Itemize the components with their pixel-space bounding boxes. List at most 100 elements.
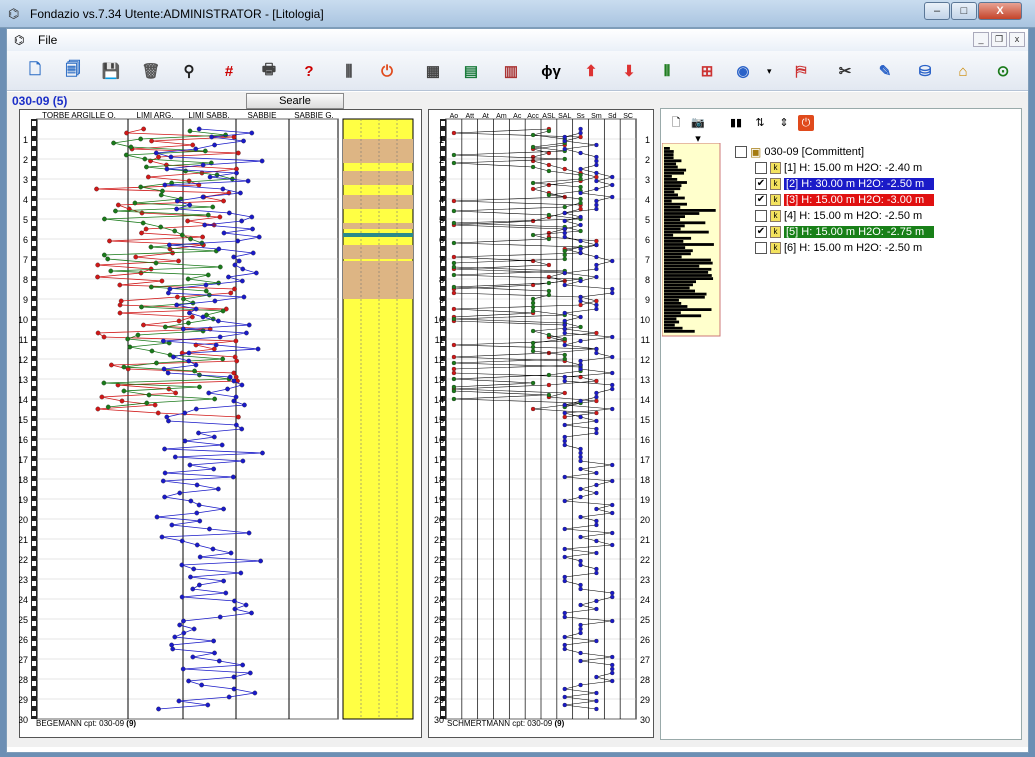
depth-tick-label: 14 — [434, 395, 444, 405]
camera-icon[interactable]: 📷▾ — [690, 115, 706, 145]
series-point — [170, 646, 176, 652]
mdi-close-button[interactable]: x — [1009, 32, 1025, 47]
series-point — [221, 578, 226, 584]
depth-tick-label: 20 — [19, 515, 28, 525]
depth-ruler-tick — [32, 591, 36, 596]
depth-tick-label: 21 — [19, 535, 28, 545]
print-icon[interactable]: 🖶 — [254, 56, 284, 86]
google-earth-icon[interactable]: ◉ — [728, 56, 758, 86]
series-point — [176, 698, 182, 704]
depth-tick-label: 28 — [640, 675, 650, 685]
google-earth-dropdown-icon[interactable]: ▾ — [767, 66, 772, 77]
series-point — [594, 330, 599, 336]
tree-root-checkbox[interactable] — [735, 145, 747, 158]
map-icon[interactable]: ⛿ — [786, 56, 816, 86]
building-icon[interactable]: ⌂ — [948, 56, 978, 86]
probe-checkbox[interactable]: ✔ — [755, 177, 767, 190]
calculator-icon[interactable]: ▦ — [418, 56, 448, 86]
piles-icon[interactable]: ⫴ — [652, 56, 682, 86]
series-point — [179, 562, 185, 568]
probe-tools-icon[interactable]: ⫼ — [334, 56, 364, 86]
close-button[interactable]: X — [978, 2, 1022, 20]
probe-icon: k — [770, 161, 781, 174]
plan-grid-icon[interactable]: ⊞ — [692, 56, 722, 86]
mini-profile-bar — [664, 267, 712, 271]
layers-dialog-icon[interactable]: ▤ — [456, 56, 486, 86]
probe-checkbox[interactable] — [755, 209, 767, 222]
depth-ruler-tick — [32, 321, 36, 326]
series-point — [234, 166, 239, 172]
menu-bar — [7, 29, 1028, 51]
new-probe-icon[interactable]: 🗋 — [668, 115, 684, 131]
tree-item[interactable]: ✔ k [5] H: 15.00 m H2O: -2.75 m — [755, 224, 934, 239]
power-icon[interactable]: ⏻ — [798, 115, 814, 131]
foundation-settlement-icon[interactable]: ⬇ — [614, 56, 644, 86]
depth-tick-label: 12 — [640, 355, 650, 365]
mini-profile-bar — [664, 202, 687, 206]
series-point — [562, 526, 567, 532]
mdi-restore-button[interactable]: ❐ — [991, 32, 1007, 47]
column-header: Acc — [527, 113, 539, 120]
series-point — [144, 400, 150, 406]
series-point — [562, 474, 567, 480]
tree-item[interactable]: k [6] H: 15.00 m H2O: -2.50 m — [755, 240, 922, 255]
series-point — [578, 250, 583, 256]
save-icon[interactable]: 💾 — [96, 56, 126, 86]
probe-checkbox[interactable] — [755, 241, 767, 254]
tree-item[interactable]: k [4] H: 15.00 m H2O: -2.50 m — [755, 208, 922, 223]
settings-tools-icon[interactable]: ✂ — [830, 56, 860, 86]
sheet-edit-icon[interactable]: ✎ — [870, 56, 900, 86]
new-doc-icon[interactable]: 🗋 — [20, 56, 50, 86]
network-icon[interactable]: ⊙ — [988, 56, 1018, 86]
series-point — [578, 682, 583, 688]
foundation-load-icon[interactable]: ⬆ — [576, 56, 606, 86]
series-point — [610, 334, 615, 340]
series-point — [594, 378, 599, 384]
series-point — [451, 152, 457, 158]
sort-icon[interactable]: ⇅ — [752, 115, 768, 131]
depth-tick-label: 28 — [434, 675, 444, 685]
minimize-button[interactable]: – — [924, 2, 950, 20]
menu-file[interactable]: File — [38, 33, 57, 47]
grid-numbers-icon[interactable]: # — [214, 56, 244, 86]
tree-root[interactable]: ▣ 030-09 [Committent] — [735, 144, 864, 159]
series-point — [594, 506, 599, 512]
binoculars-icon[interactable]: ⚲ — [174, 56, 204, 86]
series-point — [451, 290, 457, 296]
depth-ruler — [31, 119, 37, 719]
searle-button[interactable]: Searle — [246, 93, 344, 109]
probe-checkbox[interactable]: ✔ — [755, 193, 767, 206]
maximize-button[interactable]: □ — [951, 2, 977, 20]
depth-tick-label: 18 — [640, 475, 650, 485]
begemann-footer-count: (9) — [126, 719, 137, 728]
document-menu-icon[interactable]: ⌬ — [14, 33, 24, 47]
tree-item[interactable]: ✔ k [2] H: 30.00 m H2O: -2.50 m — [755, 176, 934, 191]
column-header: Am — [496, 113, 507, 120]
series-point — [546, 372, 552, 378]
mdi-minimize-button[interactable]: _ — [973, 32, 989, 47]
database-icon[interactable]: ⛁ — [910, 56, 940, 86]
column-header: SABBIE G. — [294, 111, 334, 120]
copy-doc-icon[interactable]: 🗐 — [58, 56, 88, 86]
trash-icon[interactable]: 🗑 — [136, 56, 166, 86]
probe-checkbox[interactable]: ✔ — [755, 225, 767, 238]
probe-checkbox[interactable] — [755, 161, 767, 174]
stratigraphy-icon[interactable]: ▥ — [496, 56, 526, 86]
colors-icon[interactable]: ▮▮ — [728, 115, 744, 131]
help-icon[interactable]: ? — [294, 56, 324, 86]
power-icon[interactable]: ⏻ — [372, 56, 402, 86]
app-icon[interactable]: ⌬ — [8, 6, 22, 22]
tree-item[interactable]: k [1] H: 15.00 m H2O: -2.40 m — [755, 160, 922, 175]
series-point — [101, 252, 107, 258]
tree-item[interactable]: ✔ k [3] H: 15.00 m H2O: -3.00 m — [755, 192, 934, 207]
series-point — [210, 546, 216, 552]
series-point — [173, 390, 178, 396]
phi-gamma-icon[interactable]: ϕγ — [536, 56, 566, 86]
series-point — [562, 156, 567, 162]
column-header: SABBIE — [248, 111, 277, 120]
depth-tick-label: 22 — [640, 555, 650, 565]
series-point — [546, 192, 552, 198]
depth-tick-label: 16 — [19, 435, 28, 445]
resize-icon[interactable]: ⇕ — [776, 115, 792, 131]
column-header: LIMI SABB. — [188, 111, 229, 120]
